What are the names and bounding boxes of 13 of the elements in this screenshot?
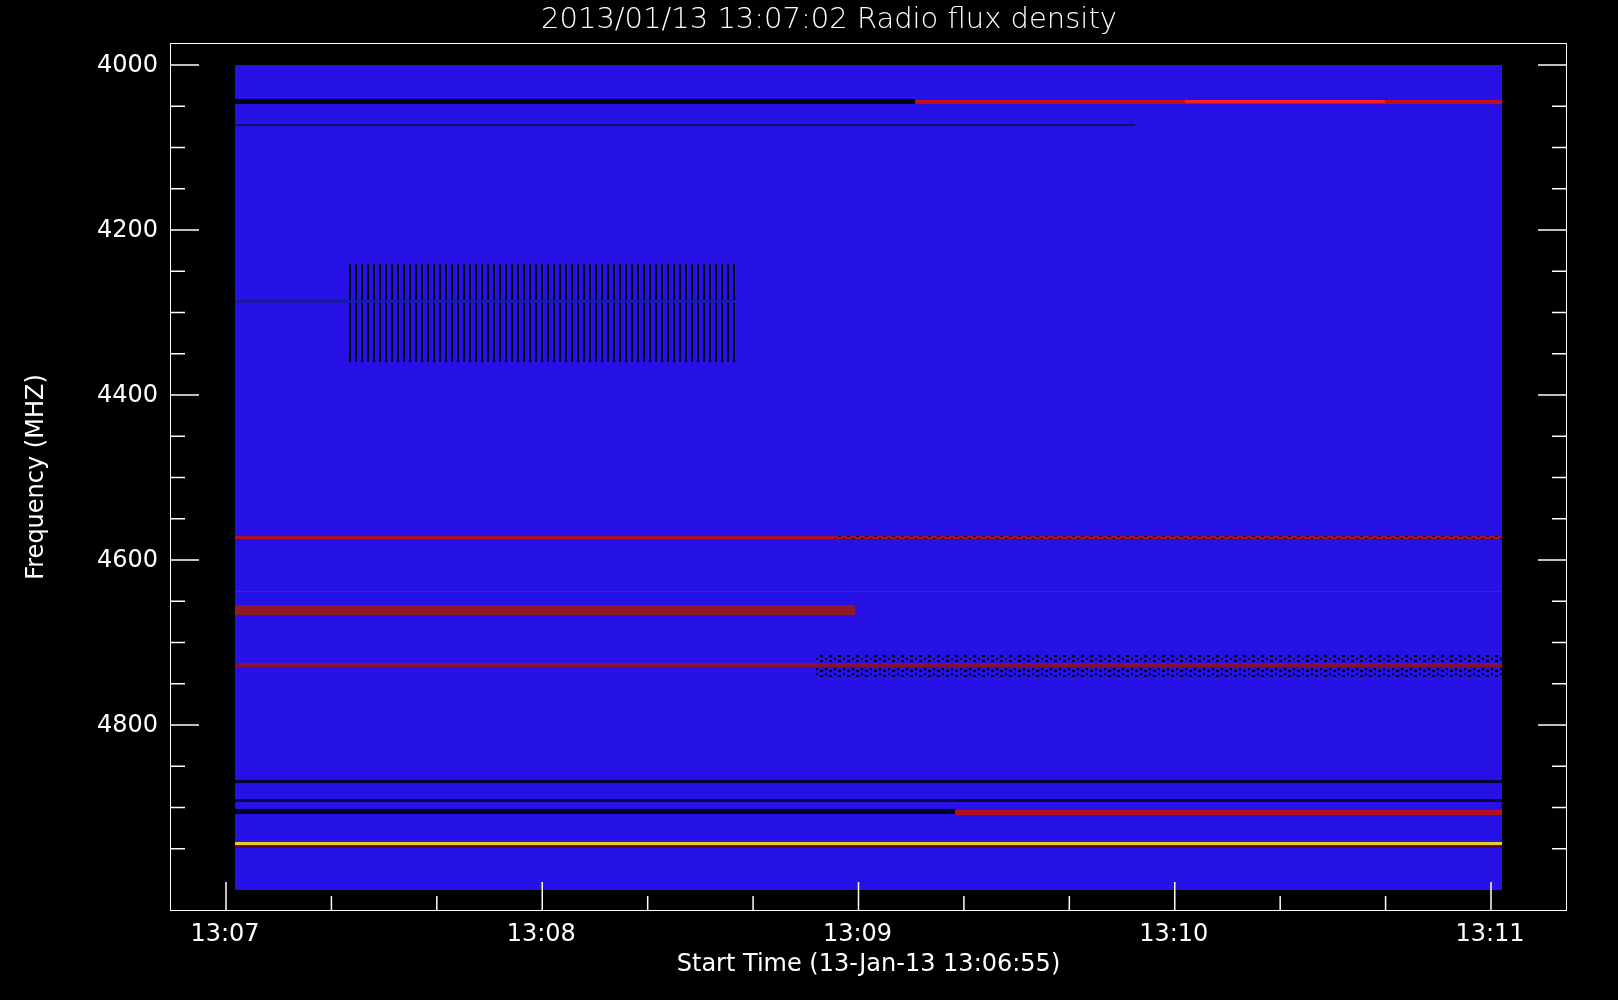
axis-title: Start Time (13-Jan-13 13:06:55)	[676, 949, 1061, 977]
tick-label: 13:08	[506, 921, 576, 945]
tick-label: 13:10	[1139, 921, 1209, 945]
tick-label: 4200	[96, 217, 158, 241]
tick-label: 4000	[96, 52, 158, 76]
tick-label: 4400	[96, 382, 158, 406]
tick-label: 13:09	[822, 921, 893, 945]
tick-label: 4800	[96, 712, 158, 736]
tick-label: 13:07	[190, 921, 260, 945]
axis-title: Frequency (MHZ)	[23, 374, 47, 580]
chart-title: 2013/01/13 13:07:02 Radio flux density	[540, 0, 1118, 37]
tick-label: 4600	[96, 547, 158, 571]
tick-label: 13:11	[1455, 921, 1525, 945]
